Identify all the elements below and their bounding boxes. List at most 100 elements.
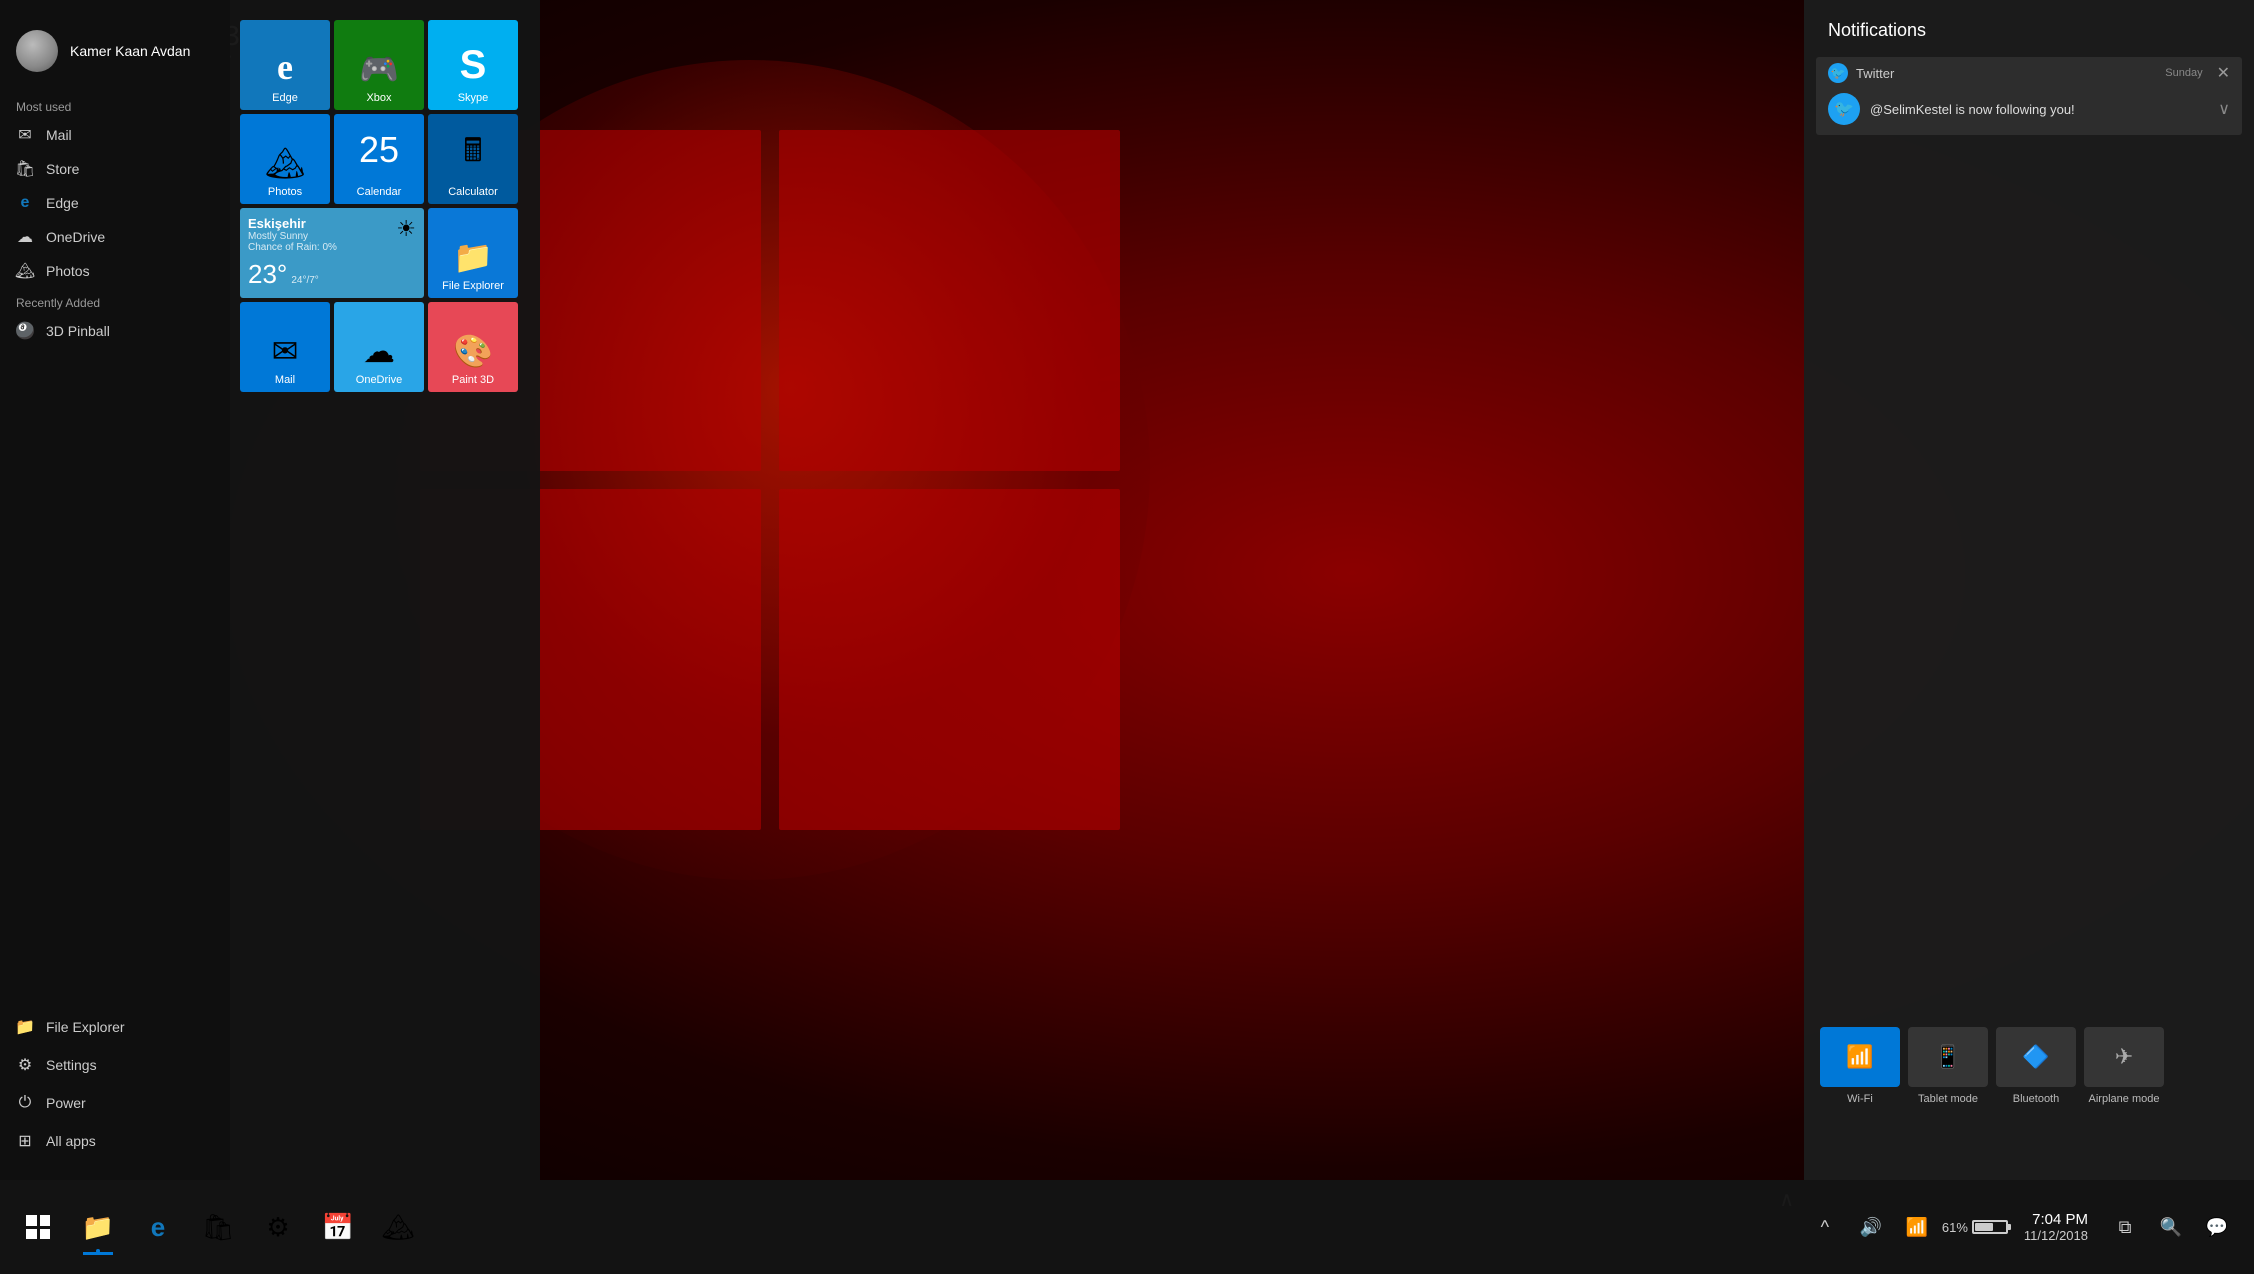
task-view-button[interactable]: ⧉: [2104, 1197, 2146, 1257]
win-logo-pane-2: [779, 130, 1120, 471]
sidebar-item-allapps[interactable]: ⊞ All apps: [0, 1122, 230, 1160]
chevron-icon: ^: [1821, 1217, 1829, 1238]
tile-calculator[interactable]: 🖩 Calculator: [428, 114, 518, 204]
fileexplorer-tile-label: File Explorer: [442, 280, 504, 292]
action-airplane-mode[interactable]: ✈ Airplane mode: [2084, 1027, 2164, 1105]
edge-icon: e: [16, 194, 34, 212]
sidebar-item-power[interactable]: ⏻ Power: [0, 1084, 230, 1122]
taskbar-store[interactable]: 🛍: [188, 1197, 248, 1257]
pinball-icon: 🎱: [16, 322, 34, 340]
fileexplorer-icon: 📁: [16, 1018, 34, 1036]
paint3d-tile-label: Paint 3D: [452, 374, 494, 386]
tablet-label: Tablet mode: [1918, 1093, 1978, 1105]
mail-label: Mail: [46, 127, 72, 143]
active-indicator: [96, 1249, 100, 1253]
start-menu-tiles: e Edge 🎮 Xbox S Skype 🏔 Photos 25: [230, 0, 540, 1180]
start-button[interactable]: [8, 1197, 68, 1257]
bluetooth-label: Bluetooth: [2013, 1093, 2059, 1105]
network-button[interactable]: 📶: [1896, 1197, 1938, 1257]
paint3d-tile-icon: 🎨: [453, 332, 493, 370]
weather-tile-desc: Mostly Sunny: [248, 231, 416, 242]
notif-app-name: Twitter: [1856, 66, 2157, 81]
tile-paint3d[interactable]: 🎨 Paint 3D: [428, 302, 518, 392]
tile-weather[interactable]: Eskişehir Mostly Sunny Chance of Rain: 0…: [240, 208, 424, 298]
weather-tile-temp: 23°: [248, 259, 287, 290]
battery-widget[interactable]: 61%: [1942, 1220, 2008, 1235]
tile-mail[interactable]: ✉ Mail: [240, 302, 330, 392]
sidebar-item-store[interactable]: 🛍 Store: [0, 152, 230, 186]
chevron-button[interactable]: ^: [1804, 1197, 1846, 1257]
fileexplorer-label: File Explorer: [46, 1019, 125, 1035]
cortana-button[interactable]: 🔍: [2150, 1197, 2192, 1257]
notifications-title: Notifications: [1804, 0, 2254, 53]
sidebar-item-photos[interactable]: 🏔 Photos: [0, 254, 230, 288]
notif-content-row: 🐦 @SelimKestel is now following you! ∨: [1816, 89, 2242, 135]
bluetooth-icon: 🔷: [2022, 1044, 2049, 1070]
tile-onedrive[interactable]: ☁ OneDrive: [334, 302, 424, 392]
taskbar-photos[interactable]: 🏔: [368, 1197, 428, 1257]
calculator-tile-icon: 🖩: [463, 128, 482, 182]
taskbar-calendar-icon: 📅: [322, 1212, 354, 1243]
notification-center-icon: 💬: [2206, 1217, 2228, 1238]
pinball-label: 3D Pinball: [46, 323, 110, 339]
twitter-icon: 🐦: [1828, 93, 1860, 125]
photos-tile-label: Photos: [268, 186, 302, 198]
fileexplorer-tile-icon: 📁: [453, 238, 493, 276]
allapps-icon: ⊞: [16, 1132, 34, 1150]
action-tablet-mode[interactable]: 📱 Tablet mode: [1908, 1027, 1988, 1105]
notif-app-row: 🐦 Twitter Sunday ✕: [1816, 57, 2242, 89]
sidebar-item-mail[interactable]: ✉ Mail: [0, 118, 230, 152]
notification-center-button[interactable]: 💬: [2196, 1197, 2238, 1257]
store-label: Store: [46, 161, 79, 177]
battery-percent: 61%: [1942, 1220, 1968, 1235]
taskbar-fileexplorer[interactable]: 📁: [68, 1197, 128, 1257]
tile-skype[interactable]: S Skype: [428, 20, 518, 110]
tile-fileexplorer[interactable]: 📁 File Explorer: [428, 208, 518, 298]
action-bluetooth[interactable]: 🔷 Bluetooth: [1996, 1027, 2076, 1105]
sidebar-item-edge[interactable]: e Edge: [0, 186, 230, 220]
tile-xbox[interactable]: 🎮 Xbox: [334, 20, 424, 110]
weather-tile-range: 24°/7°: [291, 275, 318, 286]
calendar-tile-label: Calendar: [357, 186, 402, 198]
sidebar-item-settings[interactable]: ⚙ Settings: [0, 1046, 230, 1084]
start-menu-left: Kamer Kaan Avdan Most used ✉ Mail 🛍 Stor…: [0, 0, 230, 1180]
notif-close-button[interactable]: ✕: [2217, 63, 2230, 83]
mail-icon: ✉: [16, 126, 34, 144]
avatar: [16, 30, 58, 72]
clock-date: 11/12/2018: [2024, 1228, 2088, 1243]
weather-tile-city: Eskişehir: [248, 216, 416, 231]
onedrive-label: OneDrive: [46, 229, 105, 245]
taskbar-settings-icon: ⚙: [266, 1212, 289, 1243]
tile-calendar[interactable]: 25 Calendar: [334, 114, 424, 204]
network-icon: 📶: [1906, 1217, 1928, 1238]
settings-icon: ⚙: [16, 1056, 34, 1074]
sidebar-item-fileexplorer[interactable]: 📁 File Explorer: [0, 1008, 230, 1046]
airplane-tile-btn: ✈: [2084, 1027, 2164, 1087]
clock[interactable]: 7:04 PM 11/12/2018: [2012, 1211, 2100, 1243]
notification-item-twitter[interactable]: 🐦 Twitter Sunday ✕ 🐦 @SelimKestel is now…: [1816, 57, 2242, 135]
taskbar-store-icon: 🛍: [201, 1212, 234, 1243]
user-profile[interactable]: Kamer Kaan Avdan: [0, 20, 230, 92]
sidebar-item-3dpinball[interactable]: 🎱 3D Pinball: [0, 314, 230, 348]
sidebar-item-onedrive[interactable]: ☁ OneDrive: [0, 220, 230, 254]
mail-tile-label: Mail: [275, 374, 295, 386]
taskbar-settings[interactable]: ⚙: [248, 1197, 308, 1257]
onedrive-tile-icon: ☁: [363, 332, 395, 370]
edge-label: Edge: [46, 195, 79, 211]
volume-button[interactable]: 🔊: [1850, 1197, 1892, 1257]
taskbar-edge[interactable]: e: [128, 1197, 188, 1257]
tile-photos[interactable]: 🏔 Photos: [240, 114, 330, 204]
wifi-tile-btn: 📶: [1820, 1027, 1900, 1087]
taskbar: 📁 e 🛍 ⚙ 📅 🏔 ^ 🔊 📶 61% 7:04: [0, 1180, 2254, 1274]
tablet-tile-btn: 📱: [1908, 1027, 1988, 1087]
tile-edge[interactable]: e Edge: [240, 20, 330, 110]
power-label: Power: [46, 1095, 86, 1111]
start-icon: [26, 1215, 50, 1239]
taskbar-calendar[interactable]: 📅: [308, 1197, 368, 1257]
task-view-icon: ⧉: [2119, 1217, 2132, 1238]
notif-expand-button[interactable]: ∨: [2218, 99, 2230, 119]
notif-time: Sunday: [2165, 67, 2202, 79]
action-buttons-row: 📶 Wi-Fi 📱 Tablet mode 🔷 Bluetooth ✈: [1820, 1027, 2238, 1105]
allapps-label: All apps: [46, 1133, 96, 1149]
action-wifi[interactable]: 📶 Wi-Fi: [1820, 1027, 1900, 1105]
